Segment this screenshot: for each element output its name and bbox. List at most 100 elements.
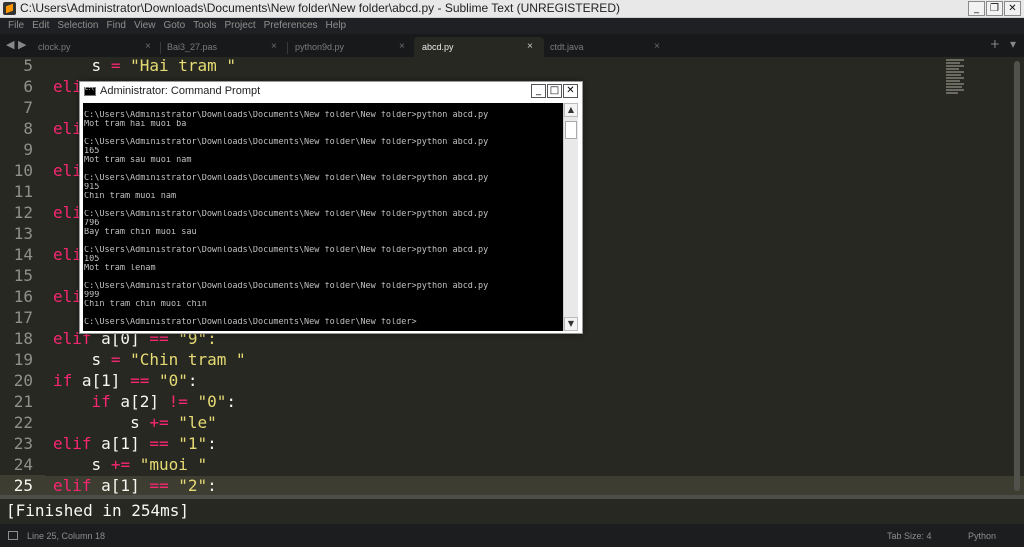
tab-abcd-py[interactable]: abcd.py × <box>414 37 544 57</box>
line-number: 16 <box>13 287 33 306</box>
cmd-minimize-button[interactable]: _ <box>531 84 546 98</box>
menu-bar: File Edit Selection Find View Goto Tools… <box>0 18 1024 34</box>
cmd-line: C:\Users\Administrator\Downloads\Documen… <box>84 246 489 255</box>
tab-actions: + ▾ <box>990 37 1016 51</box>
panel-toggle-icon[interactable] <box>8 531 18 540</box>
cmd-titlebar[interactable]: Administrator: Command Prompt _ □ ✕ <box>80 82 582 101</box>
menu-preferences[interactable]: Preferences <box>260 18 322 34</box>
cmd-console[interactable]: C:\Users\Administrator\Downloads\Documen… <box>83 103 578 331</box>
tab-clock-py[interactable]: clock.py × <box>38 37 156 57</box>
tab-bai3-27-pas[interactable]: Bai3_27.pas × <box>167 37 282 57</box>
tab-label: abcd.py <box>422 42 454 52</box>
tab-label: ctdt.java <box>550 42 584 52</box>
line-number: 19 <box>13 350 33 369</box>
cmd-line: Mot tram lenam <box>84 264 156 273</box>
line-number: 13 <box>13 224 33 243</box>
close-button[interactable]: ✕ <box>1004 1 1021 16</box>
cmd-scrollbar-thumb[interactable] <box>565 121 577 139</box>
cmd-window-controls: _ □ ✕ <box>531 84 578 98</box>
sublime-app-icon <box>3 2 16 15</box>
tab-menu-icon[interactable]: ▾ <box>1010 37 1016 51</box>
line-number: 14 <box>13 245 33 264</box>
command-prompt-window[interactable]: Administrator: Command Prompt _ □ ✕ C:\U… <box>79 81 583 334</box>
tab-bar: ◀ ▶ clock.py × Bai3_27.pas × python9d.py… <box>0 34 1024 57</box>
syntax-setting[interactable]: Python <box>968 531 996 541</box>
tab-python9d-py[interactable]: python9d.py × <box>295 37 410 57</box>
code-line-21: if a[2] != "0": <box>91 392 237 411</box>
cmd-scroll-up-icon[interactable]: ▲ <box>564 103 578 117</box>
line-number: 24 <box>13 455 33 474</box>
menu-tools[interactable]: Tools <box>189 18 220 34</box>
window-controls: _ ❐ ✕ <box>968 1 1021 16</box>
window-title: C:\Users\Administrator\Downloads\Documen… <box>20 1 620 15</box>
cmd-line <box>84 201 562 210</box>
editor-scrollbar-thumb[interactable] <box>1014 61 1020 491</box>
cmd-line: Mot tram sau muoi nam <box>84 156 192 165</box>
cmd-scroll-down-icon[interactable]: ▼ <box>564 317 578 331</box>
tab-ctdt-java[interactable]: ctdt.java × <box>550 37 665 57</box>
code-line-6: eli <box>53 77 82 96</box>
line-number: 9 <box>23 140 33 159</box>
code-line-10: eli <box>53 161 82 180</box>
code-line-22: s += "le" <box>130 413 217 432</box>
tab-close-icon[interactable]: × <box>654 41 660 52</box>
code-line-20: if a[1] == "0": <box>53 371 198 390</box>
tab-size-setting[interactable]: Tab Size: 4 <box>887 531 932 541</box>
minimap[interactable] <box>946 59 964 95</box>
code-line-14: eli <box>53 245 82 264</box>
menu-project[interactable]: Project <box>221 18 260 34</box>
tab-separator <box>287 42 288 54</box>
code-line-16: eli <box>53 287 82 306</box>
line-number: 5 <box>23 57 33 75</box>
line-number: 17 <box>13 308 33 327</box>
code-line-25: elif a[1] == "2": <box>53 476 217 495</box>
cmd-line: C:\Users\Administrator\Downloads\Documen… <box>84 138 489 147</box>
tab-close-icon[interactable]: × <box>271 41 277 52</box>
cmd-scrollbar[interactable]: ▲ ▼ <box>563 103 578 331</box>
build-output-text: [Finished in 254ms] <box>6 501 190 520</box>
cmd-line <box>84 309 562 318</box>
cmd-line: Bay tram chin muoi sau <box>84 228 197 237</box>
menu-view[interactable]: View <box>130 18 160 34</box>
tab-close-icon[interactable]: × <box>527 41 533 52</box>
line-number: 23 <box>13 434 33 453</box>
cmd-line: C:\Users\Administrator\Downloads\Documen… <box>84 111 489 120</box>
cmd-app-icon <box>84 86 96 96</box>
code-line-19: s = "Chin tram " <box>91 350 246 369</box>
cmd-line: Chin tram muoi nam <box>84 192 177 201</box>
minimize-button[interactable]: _ <box>968 1 985 16</box>
line-number: 22 <box>13 413 33 432</box>
cmd-line: Chin tram chin muoi chin <box>84 300 207 309</box>
build-output-panel: [Finished in 254ms] <box>0 499 1024 524</box>
restore-button[interactable]: ❐ <box>986 1 1003 16</box>
cmd-line: 999 <box>84 291 100 300</box>
cmd-title: Administrator: Command Prompt <box>100 85 261 97</box>
cmd-close-button[interactable]: ✕ <box>563 84 578 98</box>
editor-scrollbar[interactable] <box>1012 57 1022 495</box>
cmd-line <box>84 273 562 282</box>
menu-selection[interactable]: Selection <box>53 18 102 34</box>
cmd-line: Mot tram hai muoi ba <box>84 120 187 129</box>
tab-separator <box>160 42 161 54</box>
menu-edit[interactable]: Edit <box>28 18 53 34</box>
cmd-maximize-button[interactable]: □ <box>547 84 562 98</box>
menu-goto[interactable]: Goto <box>159 18 189 34</box>
code-line-5: s = "Hai tram " <box>91 57 237 75</box>
tab-close-icon[interactable]: × <box>399 41 405 52</box>
tab-next-icon[interactable]: ▶ <box>18 38 26 51</box>
cmd-line: C:\Users\Administrator\Downloads\Documen… <box>84 174 489 183</box>
line-number: 15 <box>13 266 33 285</box>
cmd-line: 165 <box>84 147 100 156</box>
cmd-line <box>84 129 562 138</box>
cmd-line: C:\Users\Administrator\Downloads\Documen… <box>84 210 489 219</box>
new-tab-icon[interactable]: + <box>990 37 1000 51</box>
cmd-line: C:\Users\Administrator\Downloads\Documen… <box>84 282 489 291</box>
line-number: 7 <box>23 98 33 117</box>
menu-help[interactable]: Help <box>322 18 351 34</box>
menu-file[interactable]: File <box>4 18 28 34</box>
tab-label: python9d.py <box>295 42 345 52</box>
menu-find[interactable]: Find <box>103 18 130 34</box>
tab-prev-icon[interactable]: ◀ <box>6 38 14 51</box>
tab-label: Bai3_27.pas <box>167 42 218 52</box>
tab-close-icon[interactable]: × <box>145 41 151 52</box>
